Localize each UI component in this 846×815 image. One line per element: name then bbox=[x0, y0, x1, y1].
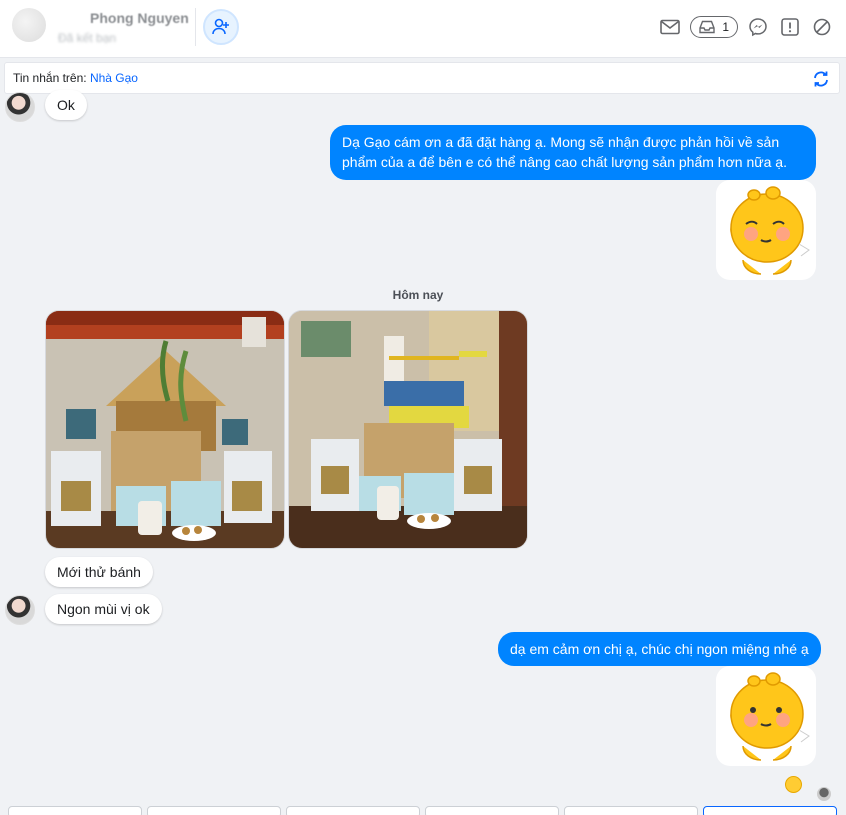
messenger-button[interactable] bbox=[746, 15, 770, 39]
mail-button[interactable] bbox=[658, 15, 682, 39]
bottom-tab[interactable] bbox=[8, 806, 142, 815]
sticker-icon bbox=[730, 672, 810, 761]
bottom-tab[interactable] bbox=[147, 806, 281, 815]
inbox-icon bbox=[699, 20, 716, 34]
sticker[interactable] bbox=[716, 180, 816, 280]
sync-icon bbox=[814, 71, 828, 87]
bottom-tab[interactable] bbox=[286, 806, 420, 815]
add-friend-icon bbox=[212, 18, 229, 35]
header-divider bbox=[195, 8, 196, 46]
inbox-count: 1 bbox=[722, 20, 729, 34]
photo-attachment-2[interactable] bbox=[288, 310, 528, 549]
bottom-tab[interactable] bbox=[703, 806, 837, 815]
seen-avatar bbox=[817, 787, 831, 801]
block-icon bbox=[813, 18, 831, 36]
sticker[interactable] bbox=[716, 666, 816, 766]
contact-status: Đã kết bạn bbox=[58, 31, 117, 45]
message-source-text: Tin nhắn trên: Nhà Gạo bbox=[13, 71, 138, 85]
header-actions: 1 bbox=[658, 15, 834, 39]
block-button[interactable] bbox=[810, 15, 834, 39]
messenger-icon bbox=[749, 18, 767, 37]
report-button[interactable] bbox=[778, 15, 802, 39]
sender-avatar[interactable] bbox=[5, 595, 35, 625]
bottom-tabs bbox=[0, 806, 846, 815]
sender-avatar[interactable] bbox=[5, 92, 35, 122]
chat-header: Phong Nguyen Đã kết bạn 1 bbox=[0, 0, 846, 58]
incoming-message[interactable]: Ngon mùi vị ok bbox=[45, 594, 162, 624]
sync-button[interactable] bbox=[811, 69, 831, 89]
date-separator: Hôm nay bbox=[392, 288, 444, 302]
message-source-label: Tin nhắn trên: bbox=[13, 71, 87, 85]
photo-attachment-1[interactable] bbox=[45, 310, 285, 549]
contact-avatar[interactable] bbox=[12, 8, 46, 42]
page-link[interactable]: Nhà Gạo bbox=[90, 71, 138, 85]
sticker-icon bbox=[730, 186, 810, 275]
bottom-tab[interactable] bbox=[425, 806, 559, 815]
contact-name[interactable]: Phong Nguyen bbox=[90, 10, 189, 26]
mail-icon bbox=[660, 19, 681, 35]
product-photo-1 bbox=[46, 311, 284, 548]
add-friend-button[interactable] bbox=[203, 9, 239, 45]
incoming-message[interactable]: Mới thử bánh bbox=[45, 557, 153, 587]
outgoing-message[interactable]: Dạ Gạo cám ơn a đã đặt hàng ạ. Mong sẽ n… bbox=[330, 125, 816, 180]
inbox-button[interactable]: 1 bbox=[690, 16, 738, 38]
incoming-message[interactable]: Ok bbox=[45, 90, 87, 120]
alert-icon bbox=[781, 18, 799, 36]
reaction-emoji-icon[interactable] bbox=[785, 776, 802, 793]
message-source-bar: Tin nhắn trên: Nhà Gạo bbox=[4, 62, 840, 94]
bottom-tab[interactable] bbox=[564, 806, 698, 815]
product-photo-2 bbox=[289, 311, 527, 548]
outgoing-message[interactable]: dạ em cảm ơn chị ạ, chúc chị ngon miệng … bbox=[498, 632, 821, 667]
